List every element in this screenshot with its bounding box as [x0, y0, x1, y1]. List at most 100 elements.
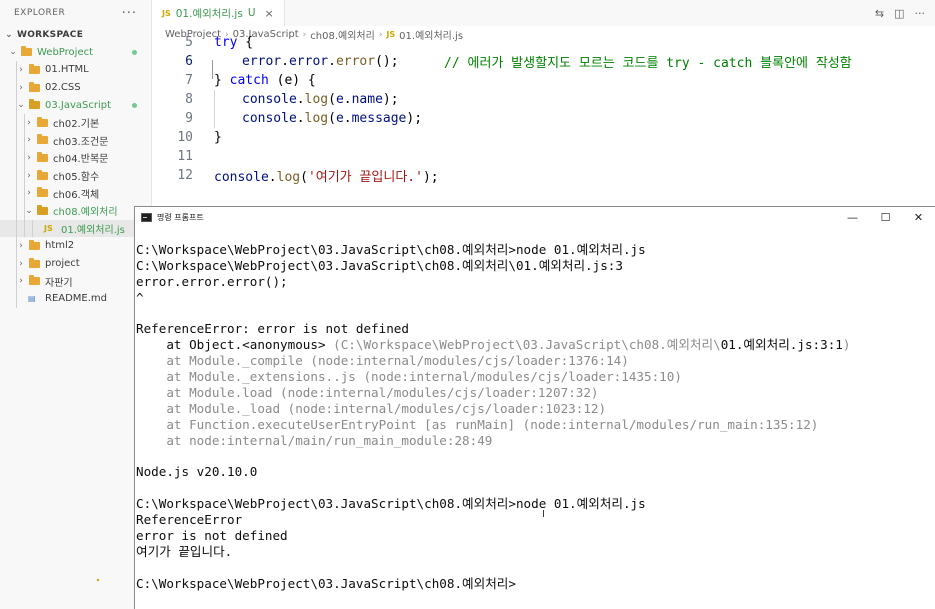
tree-item-label: ch08.예외처리: [53, 207, 118, 219]
code-line: 8 console.log(e.name);: [152, 90, 935, 109]
chevron-down-icon: ⌄: [9, 47, 17, 58]
terminal-line: C:\Workspace\WebProject\03.JavaScript\ch…: [136, 257, 623, 273]
text-cursor-icon: I: [542, 509, 545, 520]
editor-pane: JS 01.예외처리.js U × ⇆ ◫ ··· WebProject › 0…: [152, 0, 935, 210]
split-editor-icon[interactable]: ◫: [894, 7, 904, 20]
indent-guide: [16, 131, 17, 150]
folder-icon: [29, 257, 40, 268]
indent-guide: [16, 272, 17, 290]
tree-item-label: ch06.객체: [53, 189, 100, 201]
code-line: 12 console.log('여기가 끝입니다.');: [152, 166, 935, 185]
terminal-icon: [141, 212, 152, 222]
explorer-title: EXPLORER: [14, 8, 66, 18]
tree-folder[interactable]: › 01.HTML: [0, 61, 151, 79]
folder-icon: [37, 151, 48, 162]
chevron-right-icon: ›: [19, 64, 23, 75]
terminal-line: ReferenceError: error is not defined: [136, 321, 409, 337]
indent-guide: [24, 184, 25, 202]
tree-folder[interactable]: ⌄ WebProject: [0, 44, 151, 62]
tree-folder[interactable]: › ch04.반복문: [0, 149, 151, 167]
code-line: 6 error.error.error(); // 에러가 발생할지도 모르는 …: [152, 52, 935, 71]
close-icon[interactable]: ✕: [902, 207, 935, 227]
terminal-line: error is not defined: [136, 528, 288, 544]
tree-folder[interactable]: › 02.CSS: [0, 78, 151, 97]
indent-guide: [16, 237, 17, 255]
tree-file[interactable]: JS01.예외처리.jsU: [0, 219, 151, 238]
code-line: 9 console.log(e.message);: [152, 109, 935, 128]
tree-folder[interactable]: › ch03.조건문: [0, 131, 151, 150]
tree-item-label: 02.CSS: [45, 82, 81, 94]
tab-close-icon[interactable]: ×: [265, 7, 274, 20]
terminal-titlebar[interactable]: 명령 프롬프트 — ☐ ✕: [135, 207, 935, 227]
terminal-line: ReferenceError: [136, 512, 243, 528]
tree-item-label: 03.JavaScript: [45, 99, 112, 111]
folder-icon: [29, 99, 40, 110]
tree-item-label: README.md: [45, 293, 108, 305]
line-number: 9: [185, 111, 193, 126]
terminal-line: C:\Workspace\WebProject\03.JavaScript\ch…: [136, 575, 516, 591]
terminal-line: 여기가 끝입니다.: [136, 543, 233, 559]
chevron-down-icon: ⌄: [25, 205, 33, 216]
git-modified-dot: [132, 102, 137, 108]
chevron-right-icon: ›: [27, 188, 31, 199]
tree-item-label: WebProject: [37, 46, 94, 58]
tab-01-exception-js[interactable]: JS 01.예외처리.js U ×: [152, 0, 285, 26]
chevron-right-icon: ›: [19, 82, 23, 93]
tree-folder[interactable]: › ch06.객체: [0, 184, 151, 202]
more-actions-icon[interactable]: ···: [915, 7, 926, 20]
indent-guide: [16, 254, 17, 273]
command-prompt-window[interactable]: 명령 프롬프트 — ☐ ✕ C:\Workspace\WebProject\03…: [134, 206, 935, 609]
code-area[interactable]: 5 try { 6 error.error.error(); // 에러가 발생…: [152, 35, 935, 185]
line-number: 6: [185, 54, 193, 69]
terminal-line: at Object.<anonymous> (C:\Workspace\WebP…: [136, 337, 851, 353]
terminal-line: at node:internal/main/run_main_module:28…: [136, 432, 493, 448]
indent-guide: [32, 219, 33, 238]
terminal-line: at Module._extensions..js (node:internal…: [136, 369, 682, 385]
folder-icon: [29, 81, 40, 92]
tree-item-label: 01.HTML: [45, 64, 89, 76]
chevron-right-icon: ›: [27, 170, 31, 181]
tree-file[interactable]: ▤ README.md: [0, 289, 151, 308]
tree-item-label: html2: [45, 240, 75, 252]
chevron-right-icon: ›: [19, 276, 23, 287]
code-line: 5 try {: [152, 33, 935, 52]
tree-folder[interactable]: ⌄ ch08.예외처리: [0, 201, 151, 220]
workspace-section[interactable]: ⌄ WORKSPACE: [0, 26, 151, 44]
markdown-file-icon: ▤: [28, 294, 36, 304]
js-file-icon: JS: [162, 8, 171, 18]
maximize-icon[interactable]: ☐: [869, 207, 902, 227]
code-line: 11: [152, 147, 935, 166]
explorer-sidebar: EXPLORER ··· ⌄ WORKSPACE ⌄ WebProject › 01.…: [0, 0, 152, 609]
more-actions-icon[interactable]: ···: [122, 6, 137, 21]
minimize-icon[interactable]: —: [836, 207, 869, 227]
editor-actions: ⇆ ◫ ···: [875, 0, 925, 26]
indent-guide: [16, 184, 17, 202]
tree-folder[interactable]: › ch05.함수: [0, 166, 151, 185]
indent-guide: [24, 201, 25, 220]
chevron-right-icon: ›: [27, 152, 31, 163]
workspace-label: WORKSPACE: [17, 29, 84, 40]
tree-folder[interactable]: › ch02.기본: [0, 113, 151, 132]
terminal-line: ^: [136, 289, 144, 305]
compare-changes-icon[interactable]: ⇆: [875, 7, 884, 20]
terminal-line: at Module.load (node:internal/modules/cj…: [136, 385, 599, 401]
indent-guide: [16, 61, 17, 79]
tree-folder[interactable]: › 자판기: [0, 272, 151, 290]
tree-item-label: project: [45, 258, 80, 270]
code-comment: // 에러가 발생할지도 모르는 코드를 try - catch 블록안에 작성…: [444, 56, 852, 71]
terminal-line: C:\Workspace\WebProject\03.JavaScript\ch…: [136, 242, 646, 257]
folder-icon: [37, 116, 48, 127]
terminal-output[interactable]: C:\Workspace\WebProject\03.JavaScript\ch…: [135, 242, 935, 592]
line-number: 8: [185, 92, 193, 107]
line-number: 5: [185, 35, 193, 50]
js-file-icon: JS: [44, 223, 53, 233]
tree-folder[interactable]: › project: [0, 254, 151, 273]
tree-folder[interactable]: › html2: [0, 237, 151, 255]
file-tree: ⌄ WebProject › 01.HTML › 02.CSS ⌄ 03.JavaScript…: [0, 44, 151, 308]
tree-folder[interactable]: ⌄ 03.JavaScript: [0, 96, 151, 114]
terminal-line: C:\Workspace\WebProject\03.JavaScript\ch…: [136, 496, 646, 512]
line-number: 12: [177, 168, 193, 183]
